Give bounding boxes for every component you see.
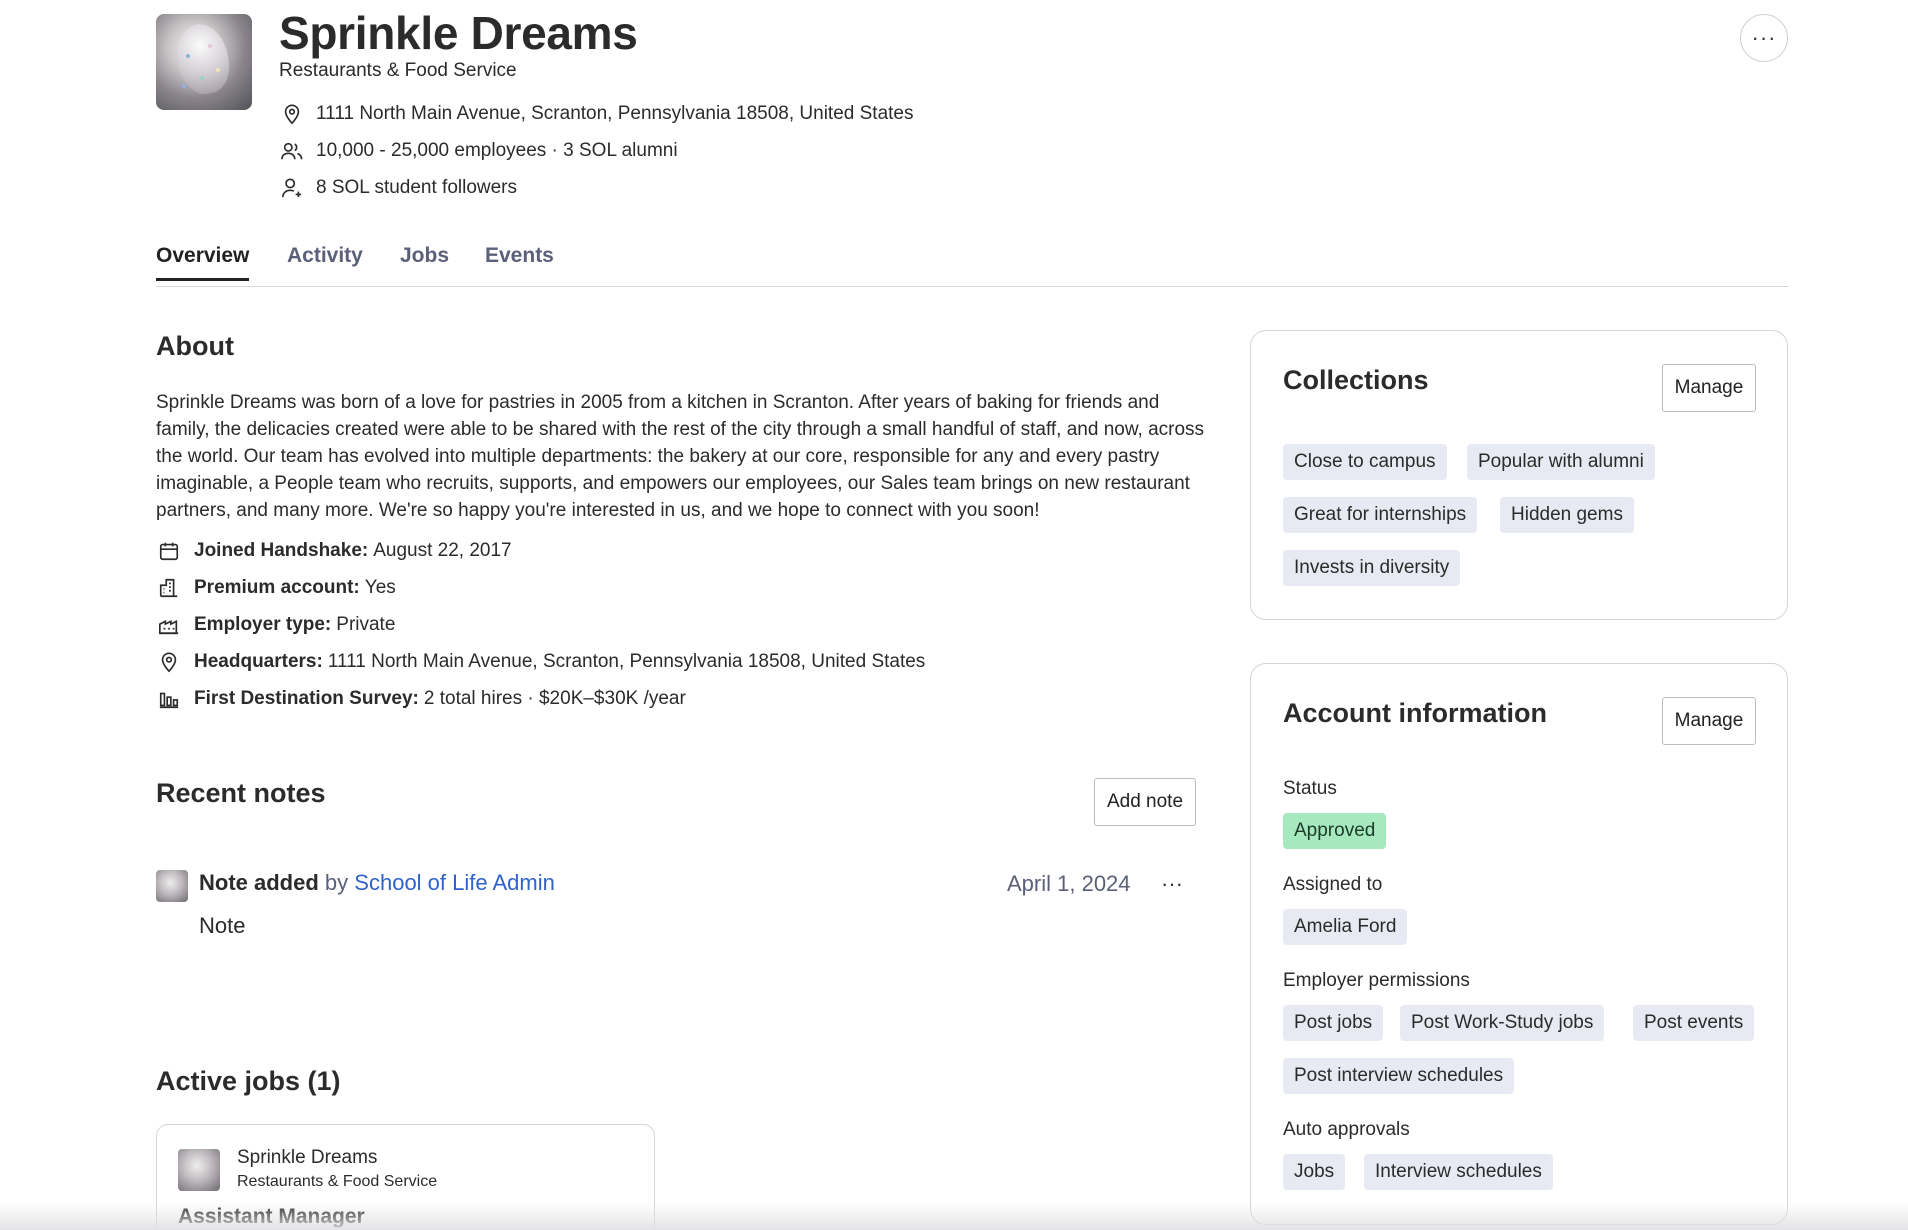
more-options-button[interactable]: ··· — [1740, 14, 1788, 62]
collection-tag[interactable]: Hidden gems — [1500, 497, 1634, 533]
note-title: Note added by School of Life Admin — [199, 870, 555, 896]
note-by: by — [324, 870, 349, 895]
auto-approval-tag: Interview schedules — [1364, 1154, 1553, 1190]
note-body: Note — [199, 913, 246, 938]
assigned-to-tag: Amelia Ford — [1283, 909, 1408, 945]
recent-notes-heading: Recent notes — [156, 778, 326, 808]
job-company-logo — [178, 1149, 220, 1191]
status-label: Status — [1283, 778, 1337, 799]
job-title[interactable]: Assistant Manager — [178, 1205, 365, 1229]
tab-overview[interactable]: Overview — [156, 244, 250, 281]
collection-tag[interactable]: Popular with alumni — [1467, 444, 1655, 480]
more-horizontal-icon: ··· — [1751, 25, 1777, 50]
assigned-label: Assigned to — [1283, 874, 1383, 895]
detail-joined: Joined Handshake: August 22, 2017 — [156, 538, 512, 564]
profile-tabs: Overview Activity Jobs Events — [156, 244, 1788, 287]
detail-label: Premium account: — [194, 577, 360, 598]
account-manage-button[interactable]: Manage — [1662, 697, 1756, 745]
building-icon — [156, 575, 182, 601]
permission-tag: Post Work-Study jobs — [1400, 1005, 1605, 1041]
detail-label: Headquarters: — [194, 651, 323, 672]
active-jobs-heading: Active jobs (1) — [156, 1066, 341, 1096]
about-text: Sprinkle Dreams was born of a love for p… — [156, 392, 1205, 521]
auto-approvals-label: Auto approvals — [1283, 1119, 1410, 1140]
note-author-link[interactable]: School of Life Admin — [354, 870, 555, 895]
company-followers: 8 SOL student followers — [316, 177, 518, 198]
account-information-panel: Account information Manage Status Approv… — [1250, 663, 1788, 1225]
add-note-button[interactable]: Add note — [1094, 778, 1196, 826]
user-add-icon — [280, 176, 304, 200]
company-logo — [156, 14, 252, 110]
detail-value: Private — [336, 614, 396, 635]
detail-value: Yes — [364, 577, 396, 598]
detail-label: First Destination Survey: — [194, 688, 419, 709]
collection-tag[interactable]: Invests in diversity — [1283, 550, 1461, 586]
bar-chart-icon — [156, 686, 182, 712]
permission-tag: Post events — [1633, 1005, 1755, 1041]
detail-label: Joined Handshake: — [194, 540, 369, 561]
factory-icon — [156, 612, 182, 638]
people-icon — [280, 139, 304, 163]
detail-headquarters: Headquarters: 1111 North Main Avenue, Sc… — [156, 649, 925, 675]
about-heading: About — [156, 331, 234, 361]
more-horizontal-icon: ··· — [1161, 871, 1183, 896]
auto-approval-tag: Jobs — [1283, 1154, 1346, 1190]
company-address: 1111 North Main Avenue, Scranton, Pennsy… — [316, 103, 914, 124]
detail-employer-type: Employer type: Private — [156, 612, 395, 638]
tab-jobs[interactable]: Jobs — [400, 244, 449, 278]
note-date: April 1, 2024 — [1007, 871, 1131, 896]
collections-panel: Collections Manage Close to campus Popul… — [1250, 330, 1788, 620]
company-name: Sprinkle Dreams — [279, 7, 638, 59]
collection-tag[interactable]: Great for internships — [1283, 497, 1478, 533]
tab-activity[interactable]: Activity — [287, 244, 363, 278]
tab-events[interactable]: Events — [485, 244, 554, 278]
detail-value: August 22, 2017 — [373, 540, 512, 561]
permissions-label: Employer permissions — [1283, 970, 1470, 991]
detail-premium: Premium account: Yes — [156, 575, 396, 601]
job-industry: Restaurants & Food Service — [237, 1173, 438, 1190]
permission-tag: Post jobs — [1283, 1005, 1384, 1041]
permission-tag: Post interview schedules — [1283, 1058, 1515, 1094]
detail-label: Employer type: — [194, 614, 332, 635]
collections-manage-button[interactable]: Manage — [1662, 364, 1756, 412]
location-pin-icon — [280, 102, 304, 126]
detail-destination-survey: First Destination Survey: 2 total hires … — [156, 686, 686, 712]
note-more-button[interactable]: ··· — [1156, 868, 1188, 900]
calendar-icon — [156, 538, 182, 564]
job-company: Sprinkle Dreams — [237, 1147, 378, 1168]
collection-tag[interactable]: Close to campus — [1283, 444, 1447, 480]
company-employees-row: 10,000 - 25,000 employees · 3 SOL alumni — [280, 139, 678, 163]
note-title-text: Note added — [199, 870, 319, 895]
company-employees: 10,000 - 25,000 employees · 3 SOL alumni — [316, 140, 678, 161]
company-industry: Restaurants & Food Service — [279, 60, 517, 81]
account-title: Account information — [1283, 698, 1547, 728]
collections-title: Collections — [1283, 365, 1429, 395]
avatar — [156, 870, 188, 902]
detail-value: 2 total hires · $20K–$30K /year — [423, 688, 686, 709]
location-pin-icon — [156, 649, 182, 675]
company-followers-row: 8 SOL student followers — [280, 176, 517, 200]
company-address-row: 1111 North Main Avenue, Scranton, Pennsy… — [280, 102, 913, 126]
job-card[interactable]: Sprinkle Dreams Restaurants & Food Servi… — [156, 1124, 655, 1230]
status-badge: Approved — [1283, 813, 1387, 849]
detail-value: 1111 North Main Avenue, Scranton, Pennsy… — [327, 651, 926, 672]
